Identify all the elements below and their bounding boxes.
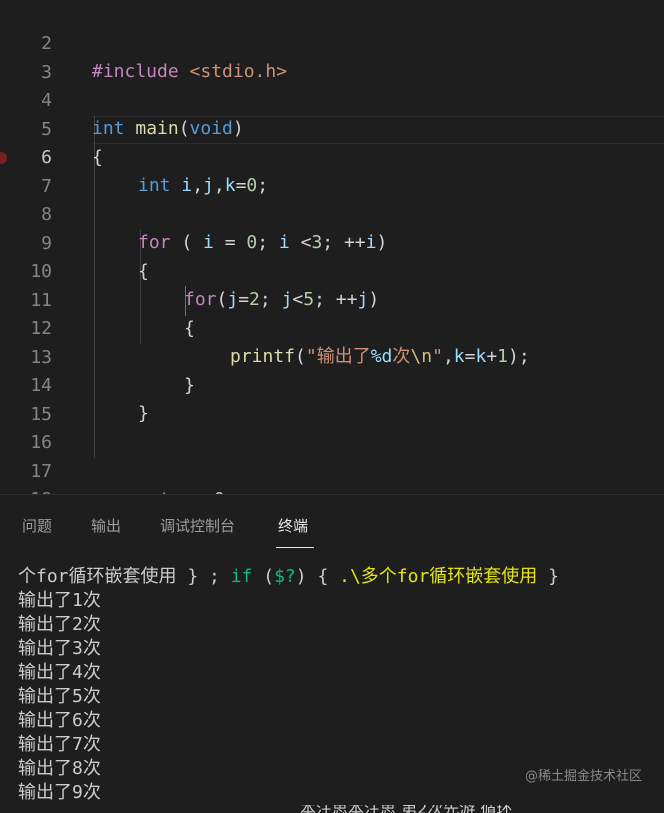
code-line: 4 int main(void)	[0, 59, 664, 139]
terminal-output-line: 输出了3次	[18, 638, 101, 659]
cutoff-text: 本注思本注思 第2次先游 循环	[300, 805, 640, 813]
code-line: 2 #include <stdio.h>	[0, 2, 664, 82]
code-line-active: 6 int i,j,k=0;	[0, 116, 664, 196]
code-line: 7	[0, 145, 664, 197]
code-line: 8 for ( i = 0; i <3; ++i)	[0, 173, 664, 253]
code-line: 16	[0, 401, 664, 453]
code-line: 17 return 0;	[0, 430, 664, 510]
code-line: 3	[0, 31, 664, 83]
code-line: 15	[0, 373, 664, 425]
code-line: 11 {	[0, 259, 664, 339]
bottom-panel: 问题 输出 调试控制台 终端 个for循环嵌套使用 } ; if ($?) { …	[0, 494, 664, 813]
code-line: 13 }	[0, 316, 664, 396]
code-editor[interactable]: 2 #include <stdio.h> 3 4 int main(void) …	[0, 0, 664, 538]
code-line: 5 {	[0, 88, 664, 168]
watermark-text: @稀土掘金技术社区	[524, 769, 642, 784]
active-tab-indicator	[276, 547, 314, 548]
code-line: 18 }	[0, 458, 664, 538]
terminal-output-line: 输出了4次	[18, 662, 101, 683]
code-line: 9 {	[0, 202, 664, 282]
tab-terminal[interactable]: 终端	[278, 515, 308, 541]
code-line: 10 for(j=2; j<5; ++j)	[0, 230, 664, 310]
code-line: 12 printf("输出了%d次\n",k=k+1);	[0, 287, 664, 367]
terminal-output-line: 输出了8次	[18, 758, 101, 779]
terminal-output-line: 输出了7次	[18, 734, 101, 755]
tab-output[interactable]: 输出	[91, 515, 121, 541]
terminal-command-line: 个for循环嵌套使用 } ; if ($?) { .\多个for循环嵌套使用 }	[18, 566, 559, 587]
terminal-output-line: 输出了5次	[18, 686, 101, 707]
tab-problems[interactable]: 问题	[22, 515, 52, 541]
terminal-output-line: 输出了9次	[18, 782, 101, 803]
tab-debug-console[interactable]: 调试控制台	[160, 515, 235, 541]
terminal-output-line: 输出了2次	[18, 614, 101, 635]
code-line: 14 }	[0, 344, 664, 424]
terminal-output-line: 输出了6次	[18, 710, 101, 731]
terminal-output-line: 输出了1次	[18, 590, 101, 611]
